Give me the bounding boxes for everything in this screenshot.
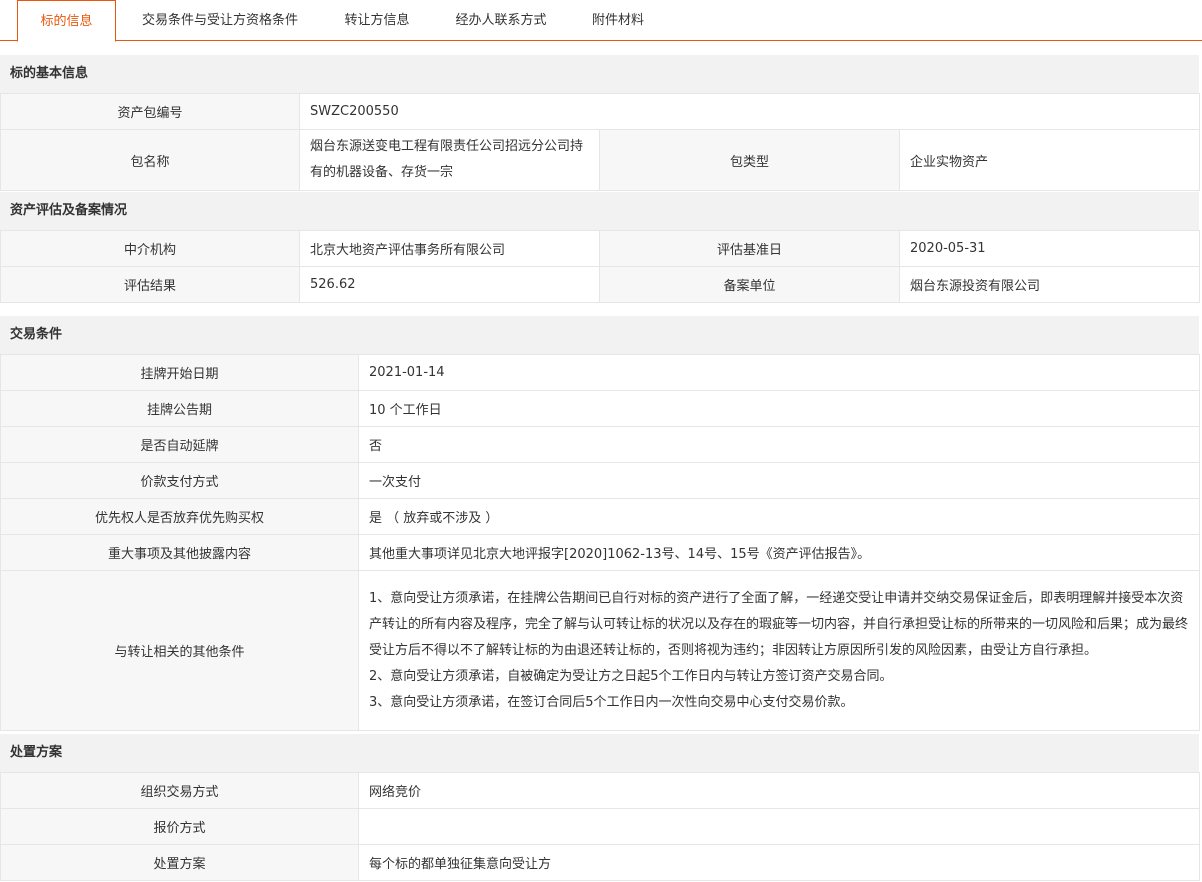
tab-trade-conditions[interactable]: 交易条件与受让方资格条件 xyxy=(120,0,320,41)
other-condition-2: 2、意向受让方须承诺，自被确定为受让方之日起5个工作日内与转让方签订资产交易合同… xyxy=(369,668,893,684)
tab-attachments[interactable]: 附件材料 xyxy=(573,0,663,41)
section-eval-title: 资产评估及备案情况 xyxy=(0,192,1199,230)
tab-bar: 标的信息 交易条件与受让方资格条件 转让方信息 经办人联系方式 附件材料 xyxy=(0,0,1202,42)
table-row: 组织交易方式 网络竞价 xyxy=(0,772,1200,809)
trade-info-table: 挂牌开始日期 2021-01-14 挂牌公告期 10 个工作日 是否自动延牌 否… xyxy=(0,354,1200,731)
other-conditions-value: 1、意向受让方须承诺，在挂牌公告期间已自行对标的资产进行了全面了解，一经递交受让… xyxy=(358,570,1200,731)
package-type-value: 企业实物资产 xyxy=(898,129,1201,191)
payment-method-value: 一次支付 xyxy=(358,462,1200,499)
disposal-info-table: 组织交易方式 网络竞价 报价方式 处置方案 每个标的都单独征集意向受让方 xyxy=(0,772,1200,881)
filing-label: 备案单位 xyxy=(599,266,900,303)
table-row: 挂牌公告期 10 个工作日 xyxy=(0,390,1200,427)
table-row: 与转让相关的其他条件 1、意向受让方须承诺，在挂牌公告期间已自行对标的资产进行了… xyxy=(0,570,1200,731)
disposal-plan-value: 每个标的都单独征集意向受让方 xyxy=(358,844,1200,881)
trade-mode-label: 组织交易方式 xyxy=(0,772,359,809)
major-matters-value: 其他重大事项详见北京大地评报字[2020]1062-13号、14号、15号《资产… xyxy=(358,534,1200,571)
table-row: 优先权人是否放弃优先购买权 是 （ 放弃或不涉及 ） xyxy=(0,498,1200,535)
table-row: 评估结果 526.62 备案单位 烟台东源投资有限公司 xyxy=(0,266,1200,303)
quote-method-value xyxy=(358,808,1200,845)
table-row: 中介机构 北京大地资产评估事务所有限公司 评估基准日 2020-05-31 xyxy=(0,230,1200,267)
asset-no-value: SWZC200550 xyxy=(298,93,1201,130)
other-condition-1: 1、意向受让方须承诺，在挂牌公告期间已自行对标的资产进行了全面了解，一经递交受让… xyxy=(369,590,1189,658)
trade-mode-value: 网络竞价 xyxy=(358,772,1200,809)
auto-extend-value: 否 xyxy=(358,426,1200,463)
quote-method-label: 报价方式 xyxy=(0,808,359,845)
agency-value: 北京大地资产评估事务所有限公司 xyxy=(299,230,600,267)
table-row: 是否自动延牌 否 xyxy=(0,426,1200,463)
major-matters-label: 重大事项及其他披露内容 xyxy=(0,534,359,571)
other-conditions-label: 与转让相关的其他条件 xyxy=(0,570,359,731)
table-row: 包名称 烟台东源送变电工程有限责任公司招远分公司持有的机器设备、存货一宗 包类型… xyxy=(0,129,1201,191)
agency-label: 中介机构 xyxy=(0,230,300,267)
disposal-plan-label: 处置方案 xyxy=(0,844,359,881)
announce-period-label: 挂牌公告期 xyxy=(0,390,359,427)
tab-transferor-info[interactable]: 转让方信息 xyxy=(325,0,429,41)
tab-target-info[interactable]: 标的信息 xyxy=(17,0,116,42)
table-row: 价款支付方式 一次支付 xyxy=(0,462,1200,499)
priority-right-label: 优先权人是否放弃优先购买权 xyxy=(0,498,359,535)
table-row: 处置方案 每个标的都单独征集意向受让方 xyxy=(0,844,1200,881)
package-name-value: 烟台东源送变电工程有限责任公司招远分公司持有的机器设备、存货一宗 xyxy=(299,129,600,191)
priority-right-value: 是 （ 放弃或不涉及 ） xyxy=(358,498,1200,535)
announce-period-value: 10 个工作日 xyxy=(358,390,1200,427)
asset-no-label: 资产包编号 xyxy=(0,93,300,130)
base-date-label: 评估基准日 xyxy=(599,230,900,267)
table-row: 重大事项及其他披露内容 其他重大事项详见北京大地评报字[2020]1062-13… xyxy=(0,534,1200,571)
base-date-value: 2020-05-31 xyxy=(899,230,1200,267)
listing-start-label: 挂牌开始日期 xyxy=(0,354,359,391)
filing-value: 烟台东源投资有限公司 xyxy=(899,266,1200,303)
section-basic-title: 标的基本信息 xyxy=(0,55,1199,93)
package-type-label: 包类型 xyxy=(599,129,900,191)
section-disposal-title: 处置方案 xyxy=(0,734,1199,772)
auto-extend-label: 是否自动延牌 xyxy=(0,426,359,463)
eval-info-table: 中介机构 北京大地资产评估事务所有限公司 评估基准日 2020-05-31 评估… xyxy=(0,230,1200,303)
tab-contact[interactable]: 经办人联系方式 xyxy=(436,0,566,41)
basic-info-table: 资产包编号 SWZC200550 包名称 烟台东源送变电工程有限责任公司招远分公… xyxy=(0,93,1201,191)
table-row: 资产包编号 SWZC200550 xyxy=(0,93,1201,130)
result-label: 评估结果 xyxy=(0,266,300,303)
payment-method-label: 价款支付方式 xyxy=(0,462,359,499)
section-trade-title: 交易条件 xyxy=(0,316,1199,354)
table-row: 挂牌开始日期 2021-01-14 xyxy=(0,354,1200,391)
table-row: 报价方式 xyxy=(0,808,1200,845)
listing-start-value: 2021-01-14 xyxy=(358,354,1200,391)
result-value: 526.62 xyxy=(299,266,600,303)
package-name-label: 包名称 xyxy=(0,129,300,191)
other-condition-3: 3、意向受让方须承诺，在签订合同后5个工作日内一次性向交易中心支付交易价款。 xyxy=(369,694,854,710)
